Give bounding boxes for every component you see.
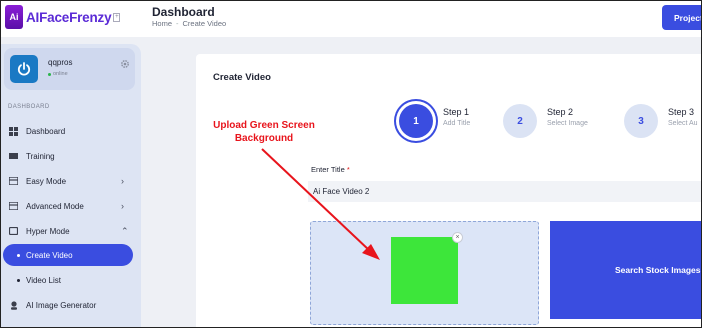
advanced-mode-icon [9, 202, 18, 211]
sidebar-item-easy-mode[interactable]: Easy Mode › [0, 170, 141, 192]
card-title: Create Video [213, 72, 271, 83]
sidebar: qqpros online DASHBOARD Dashboard Traini… [0, 44, 141, 328]
user-card[interactable]: qqpros online [4, 48, 135, 90]
sidebar-item-label: Hyper Mode [26, 226, 70, 236]
step-2-circle: 2 [503, 104, 537, 138]
green-screen-image-preview [391, 237, 458, 304]
step-3-name: Step 3 [668, 107, 695, 117]
sidebar-item-training[interactable]: Training [0, 145, 141, 167]
step-1[interactable]: 1 Step 1 Add Title [399, 104, 470, 138]
sidebar-section-label: DASHBOARD [8, 104, 50, 110]
step-2-sub: Select Image [547, 120, 588, 127]
sidebar-item-label: Dashboard [26, 126, 66, 136]
bullet-icon [17, 253, 20, 257]
title-input[interactable] [308, 181, 702, 202]
annotation-text: Upload Green Screen Background [205, 120, 323, 145]
user-name: qqpros [48, 58, 73, 67]
avatar [10, 55, 38, 83]
step-2-name: Step 2 [547, 107, 574, 117]
page-title: Dashboard [152, 5, 215, 19]
step-2[interactable]: 2 Step 2 Select Image [503, 104, 588, 138]
sidebar-item-label: Video List [26, 275, 61, 285]
step-3[interactable]: 3 Step 3 Select Au [624, 104, 698, 138]
dashboard-icon [9, 126, 18, 136]
sidebar-item-video-list[interactable]: Video List [0, 269, 141, 291]
required-marker: * [346, 165, 350, 174]
sidebar-item-label: Advanced Mode [26, 201, 84, 211]
bullet-icon [17, 278, 20, 282]
user-status-text: online [53, 71, 68, 77]
sidebar-item-advanced-mode[interactable]: Advanced Mode › [0, 195, 141, 217]
sidebar-item-label: Training [26, 151, 55, 161]
power-icon [17, 62, 31, 76]
easy-mode-icon [9, 177, 18, 186]
title-field-label: Enter Title * [311, 165, 350, 174]
breadcrumb: Home - Create Video [152, 19, 226, 28]
logo-plus-icon: + [113, 12, 121, 22]
annotation-line-1: Upload Green Screen [213, 120, 315, 131]
step-3-sub: Select Au [668, 120, 698, 127]
breadcrumb-home[interactable]: Home [152, 19, 172, 28]
sidebar-item-hyper-mode[interactable]: Hyper Mode ⌃ [0, 220, 141, 242]
app-logo[interactable]: Ai AIFaceFrenzy + [5, 5, 121, 29]
hyper-mode-icon [9, 227, 18, 236]
step-1-name: Step 1 [443, 107, 470, 117]
step-3-circle: 3 [624, 104, 658, 138]
remove-image-button[interactable]: × [452, 232, 463, 243]
top-bar: Ai AIFaceFrenzy + Dashboard Home - Creat… [0, 0, 702, 37]
chevron-right-icon: › [121, 201, 124, 211]
training-icon [9, 152, 18, 161]
search-stock-images-button[interactable]: Search Stock Images [550, 221, 702, 319]
sidebar-item-create-video[interactable]: Create Video [3, 244, 133, 266]
sidebar-item-label: Create Video [26, 250, 73, 260]
logo-text: AIFaceFrenzy [26, 9, 112, 25]
user-status: online [48, 71, 68, 77]
sidebar-item-label: AI Image Generator [26, 300, 97, 310]
gear-icon[interactable] [120, 59, 130, 69]
logo-badge: Ai [5, 5, 23, 29]
projects-button[interactable]: Project [662, 5, 702, 30]
breadcrumb-current: Create Video [182, 19, 227, 28]
step-1-sub: Add Title [443, 120, 471, 127]
sidebar-item-label: Easy Mode [26, 176, 67, 186]
sidebar-item-ai-image-generator[interactable]: AI Image Generator [0, 294, 141, 316]
title-label-text: Enter Title [311, 165, 345, 174]
sidebar-item-dashboard[interactable]: Dashboard [0, 120, 141, 142]
chevron-right-icon: › [121, 176, 124, 186]
breadcrumb-separator: - [176, 19, 179, 28]
annotation-line-2: Background [234, 132, 294, 144]
image-generator-icon [9, 300, 18, 310]
step-1-circle: 1 [399, 104, 433, 138]
online-dot-icon [48, 72, 51, 76]
chevron-up-icon: ⌃ [121, 225, 129, 236]
